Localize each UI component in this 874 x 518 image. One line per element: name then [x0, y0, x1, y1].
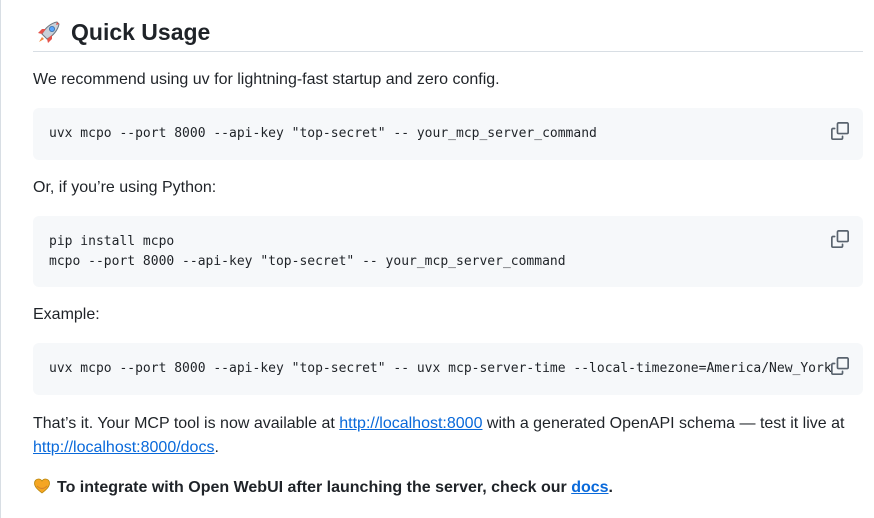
- localhost-link[interactable]: http://localhost:8000: [339, 415, 482, 432]
- integrate-paragraph: To integrate with Open WebUI after launc…: [33, 476, 613, 500]
- integrate-end: .: [608, 479, 613, 496]
- rocket-icon: [33, 18, 63, 48]
- code-block[interactable]: uvx mcpo --port 8000 --api-key "top-secr…: [33, 108, 863, 160]
- integrate-text: To integrate with Open WebUI after launc…: [57, 479, 572, 496]
- code-line: mcpo --port 8000 --api-key "top-secret" …: [49, 254, 566, 269]
- left-border: [0, 0, 1, 518]
- code-line: uvx mcpo --port 8000 --api-key "top-secr…: [49, 361, 832, 376]
- heart-icon: [33, 477, 51, 495]
- result-text: with a generated OpenAPI schema — test i…: [482, 415, 845, 432]
- copy-icon[interactable]: [831, 122, 849, 140]
- result-text: That’s it. Your MCP tool is now availabl…: [33, 415, 340, 432]
- copy-icon[interactable]: [831, 230, 849, 248]
- example-label: Example:: [33, 306, 100, 323]
- docs-link[interactable]: docs: [571, 479, 608, 496]
- result-paragraph: That’s it. Your MCP tool is now availabl…: [33, 412, 863, 460]
- python-note: Or, if you’re using Python:: [33, 179, 217, 196]
- docs-url-link[interactable]: http://localhost:8000/docs: [33, 439, 214, 456]
- code-block[interactable]: uvx mcpo --port 8000 --api-key "top-secr…: [33, 343, 863, 395]
- code-line: pip install mcpo: [49, 234, 175, 249]
- section-heading: Quick Usage: [33, 14, 863, 52]
- intro-text: We recommend using uv for lightning-fast…: [33, 71, 500, 88]
- copy-icon[interactable]: [831, 357, 849, 375]
- page-title: Quick Usage: [71, 19, 211, 45]
- code-line: uvx mcpo --port 8000 --api-key "top-secr…: [49, 126, 597, 141]
- code-block[interactable]: pip install mcpo mcpo --port 8000 --api-…: [33, 216, 863, 287]
- result-text: .: [214, 439, 219, 456]
